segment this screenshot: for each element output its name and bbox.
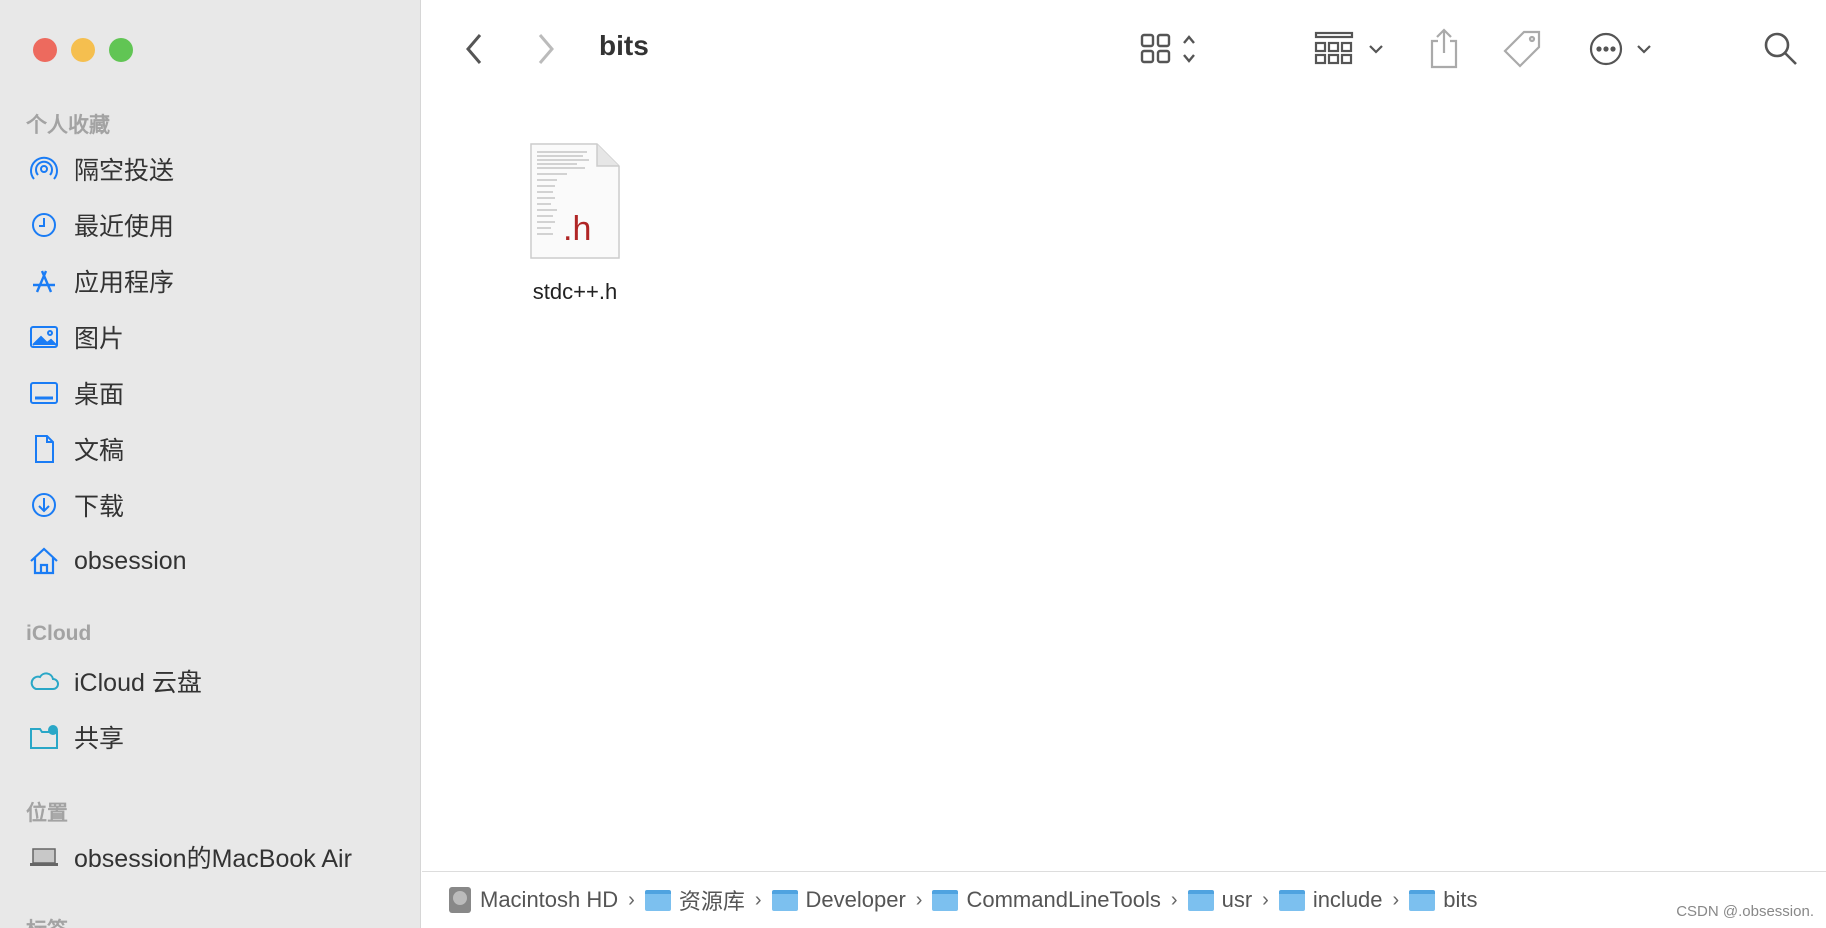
sidebar-item-recents[interactable]: 最近使用 [28, 205, 174, 245]
file-name: stdc++.h [532, 279, 618, 304]
folder-icon [771, 889, 798, 911]
path-label: Macintosh HD [480, 887, 619, 912]
document-icon [35, 435, 54, 463]
sidebar-item-label: 最近使用 [74, 213, 175, 241]
toolbar: bits [422, 0, 1826, 100]
close-button[interactable] [33, 38, 57, 62]
path-label: CommandLineTools [966, 887, 1161, 912]
path-item-library[interactable]: 资源库 [644, 884, 745, 916]
sidebar-item-home[interactable]: obsession [28, 541, 187, 581]
folder-icon [932, 889, 959, 911]
main-area: bits .h stdc++.h Macintosh HD › 资源库 › De… [422, 0, 1826, 928]
group-icon [1314, 31, 1383, 65]
cloud-icon [30, 672, 59, 690]
path-label: Developer [805, 887, 906, 912]
sidebar-item-label: obsession [74, 546, 187, 575]
path-separator: › [1170, 888, 1178, 911]
sidebar-item-label: obsession的MacBook Air [74, 845, 352, 873]
sidebar-item-airdrop[interactable]: 隔空投送 [28, 149, 174, 189]
sidebar-item-label: iCloud 云盘 [74, 669, 202, 697]
path-label: usr [1221, 887, 1253, 912]
sidebar-item-shared[interactable]: 共享 [28, 717, 124, 757]
share-button[interactable] [1428, 26, 1460, 72]
file-item[interactable]: .h stdc++.h [510, 140, 640, 305]
sidebar-item-downloads[interactable]: 下载 [28, 485, 124, 525]
ellipsis-circle-icon [1589, 32, 1651, 66]
photo-icon [30, 326, 58, 348]
folder-icon [1409, 889, 1436, 911]
window-title: bits [599, 30, 649, 61]
applications-icon [33, 270, 55, 293]
chevron-left-icon [466, 34, 482, 64]
sidebar-item-documents[interactable]: 文稿 [28, 429, 124, 469]
path-separator: › [628, 888, 635, 911]
folder-icon [644, 889, 671, 911]
section-header-icloud: iCloud [26, 622, 92, 645]
search-icon [1764, 32, 1797, 65]
search-button[interactable] [1762, 26, 1800, 72]
shared-folder-icon [30, 725, 58, 749]
sidebar-item-label: 隔空投送 [74, 157, 175, 185]
path-item-bits[interactable]: bits [1409, 887, 1477, 913]
sidebar-item-applications[interactable]: 应用程序 [28, 261, 174, 301]
sidebar-item-label: 图片 [74, 325, 125, 353]
path-separator: › [1392, 888, 1400, 911]
hard-drive-icon [449, 887, 471, 913]
sidebar-item-pictures[interactable]: 图片 [28, 317, 124, 357]
forward-button[interactable] [534, 26, 558, 72]
file-extension-label: .h [563, 210, 591, 248]
download-icon [32, 493, 56, 517]
grid-view-icon [1140, 33, 1195, 64]
view-mode-button[interactable] [1140, 26, 1212, 72]
minimize-button[interactable] [71, 38, 95, 62]
section-header-locations: 位置 [26, 802, 68, 825]
back-button[interactable] [462, 26, 486, 72]
laptop-icon [30, 848, 58, 866]
window-controls [33, 38, 133, 62]
sidebar-item-label: 下载 [74, 493, 125, 521]
desktop-icon [30, 382, 58, 404]
sidebar-item-macbook[interactable]: obsession的MacBook Air [28, 837, 352, 877]
zoom-button[interactable] [109, 38, 133, 62]
path-separator: › [1262, 888, 1269, 911]
path-item-usr[interactable]: usr [1187, 887, 1253, 913]
path-label: include [1312, 887, 1383, 912]
sidebar-item-label: 共享 [74, 725, 125, 753]
path-item-include[interactable]: include [1278, 887, 1383, 913]
folder-icon [1278, 889, 1305, 911]
path-item-developer[interactable]: Developer [771, 887, 906, 913]
path-separator: › [915, 888, 923, 911]
header-file-icon: .h [530, 143, 620, 259]
path-bar: Macintosh HD › 资源库 › Developer › Command… [422, 871, 1826, 928]
chevron-right-icon [538, 34, 554, 64]
sidebar-item-label: 桌面 [74, 381, 125, 409]
path-separator: › [754, 888, 762, 911]
clock-icon [32, 213, 56, 237]
path-label: 资源库 [678, 889, 745, 914]
airdrop-icon [30, 156, 58, 180]
path-item-commandlinetools[interactable]: CommandLineTools [932, 887, 1161, 913]
sidebar-item-label: 文稿 [74, 437, 125, 465]
tag-button[interactable] [1502, 26, 1544, 72]
sidebar-item-label: 应用程序 [74, 269, 175, 297]
path-item-macintosh-hd[interactable]: Macintosh HD [448, 886, 618, 914]
sidebar-item-icloud-drive[interactable]: iCloud 云盘 [28, 661, 202, 701]
sidebar: 个人收藏 隔空投送 最近使用 应用程序 图片 桌面 文稿 下载 obsessio… [0, 0, 421, 928]
share-icon [1430, 28, 1458, 69]
path-label: bits [1443, 887, 1478, 912]
section-header-tags: 标签 [26, 914, 68, 928]
tag-icon [1503, 30, 1541, 68]
folder-icon [1187, 889, 1214, 911]
more-actions-button[interactable] [1588, 26, 1658, 72]
watermark: CSDN @.obsession. [1676, 903, 1814, 920]
group-button[interactable] [1314, 26, 1390, 72]
sidebar-item-desktop[interactable]: 桌面 [28, 373, 124, 413]
section-header-favorites: 个人收藏 [26, 114, 110, 137]
home-icon [30, 547, 58, 575]
